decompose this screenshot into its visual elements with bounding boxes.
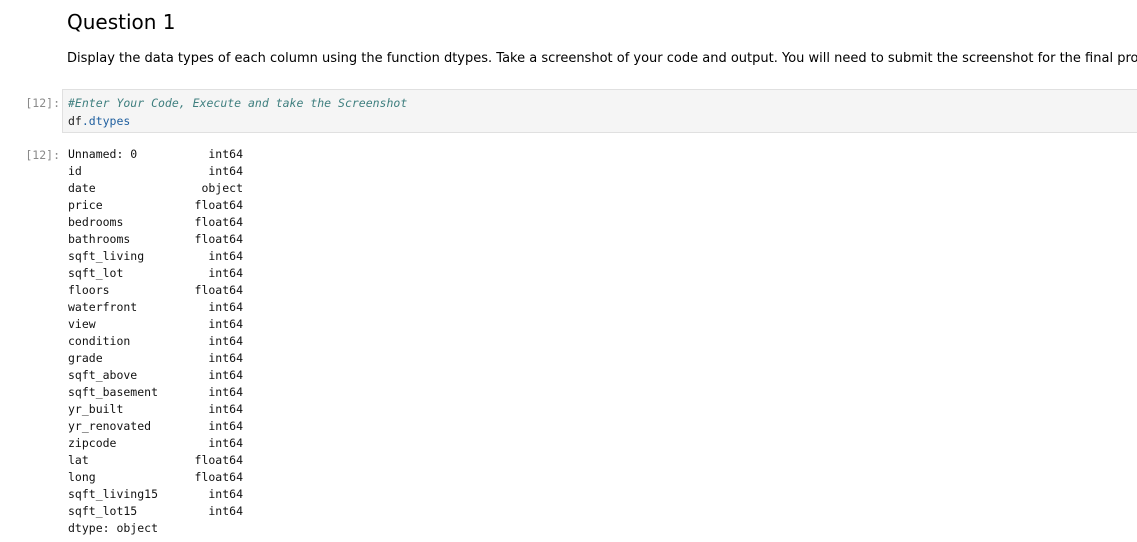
question-heading: Question 1 [67, 10, 176, 34]
output-area: Unnamed: 0 int64 id int64 date object price flo… [68, 146, 243, 537]
instructions-text: Display the data types of each column us… [67, 51, 1137, 66]
column-dtype: int64 [208, 266, 243, 280]
column-name: zipcode [68, 436, 117, 450]
column-name: sqft_basement [68, 385, 159, 399]
dtype-row: bathrooms float64 [68, 231, 243, 248]
column-dtype: int64 [208, 300, 243, 314]
dtype-row: sqft_living int64 [68, 248, 243, 265]
column-name: long [68, 470, 96, 484]
dtype-row: waterfront int64 [68, 299, 243, 316]
column-name: sqft_lot15 [68, 504, 138, 518]
column-name: grade [68, 351, 103, 365]
column-name: bedrooms [68, 215, 124, 229]
column-name: waterfront [68, 300, 138, 314]
column-name: bathrooms [68, 232, 131, 246]
column-dtype: float64 [194, 198, 243, 212]
column-dtype: float64 [194, 232, 243, 246]
dtype-row: view int64 [68, 316, 243, 333]
column-dtype: int64 [208, 351, 243, 365]
dtype-row: sqft_lot int64 [68, 265, 243, 282]
column-dtype: int64 [208, 164, 243, 178]
dtype-row: date object [68, 180, 243, 197]
dtype-row: Unnamed: 0 int64 [68, 146, 243, 163]
column-dtype: int64 [208, 436, 243, 450]
dtype-row: yr_renovated int64 [68, 418, 243, 435]
dtype-row: sqft_lot15 int64 [68, 503, 243, 520]
column-name: floors [68, 283, 110, 297]
output-prompt: [12]: [25, 148, 60, 162]
column-name: lat [68, 453, 89, 467]
code-comment: #Enter Your Code, Execute and take the S… [68, 96, 408, 110]
input-prompt: [12]: [25, 96, 60, 110]
column-name: price [68, 198, 103, 212]
dtype-row: sqft_above int64 [68, 367, 243, 384]
dtype-row: id int64 [68, 163, 243, 180]
column-dtype: float64 [194, 215, 243, 229]
column-dtype: int64 [208, 317, 243, 331]
column-name: id [68, 164, 82, 178]
column-name: view [68, 317, 96, 331]
dtype-row: price float64 [68, 197, 243, 214]
code-attribute: .dtypes [81, 114, 131, 128]
dtype-row: bedrooms float64 [68, 214, 243, 231]
column-dtype: object [201, 181, 243, 195]
column-dtype: int64 [208, 249, 243, 263]
dtype-row: sqft_basement int64 [68, 384, 243, 401]
column-dtype: int64 [208, 334, 243, 348]
dtype-row: long float64 [68, 469, 243, 486]
column-name: date [68, 181, 96, 195]
code-cell[interactable]: #Enter Your Code, Execute and take the S… [62, 89, 1137, 133]
dtype-row: sqft_living15 int64 [68, 486, 243, 503]
column-dtype: float64 [194, 470, 243, 484]
column-name: yr_renovated [68, 419, 152, 433]
column-dtype: int64 [208, 147, 243, 161]
column-dtype: int64 [208, 385, 243, 399]
column-dtype: int64 [208, 368, 243, 382]
code-object: df [68, 114, 82, 128]
dtype-row: lat float64 [68, 452, 243, 469]
column-name: Unnamed: 0 [68, 147, 138, 161]
column-dtype: int64 [208, 504, 243, 518]
column-dtype: int64 [208, 487, 243, 501]
column-dtype: int64 [208, 419, 243, 433]
dtype-row: grade int64 [68, 350, 243, 367]
column-name: sqft_living [68, 249, 145, 263]
column-name: yr_built [68, 402, 124, 416]
dtype-row: condition int64 [68, 333, 243, 350]
code-line: df.dtypes [68, 114, 130, 128]
dtype-list: Unnamed: 0 int64 id int64 date object price flo… [68, 146, 243, 520]
dtype-footer: dtype: object [68, 521, 159, 535]
column-name: sqft_lot [68, 266, 124, 280]
column-name: sqft_living15 [68, 487, 159, 501]
dtype-row: zipcode int64 [68, 435, 243, 452]
column-name: sqft_above [68, 368, 138, 382]
column-dtype: float64 [194, 453, 243, 467]
column-dtype: int64 [208, 402, 243, 416]
dtype-row: floors float64 [68, 282, 243, 299]
dtype-row: yr_built int64 [68, 401, 243, 418]
column-name: condition [68, 334, 131, 348]
column-dtype: float64 [194, 283, 243, 297]
